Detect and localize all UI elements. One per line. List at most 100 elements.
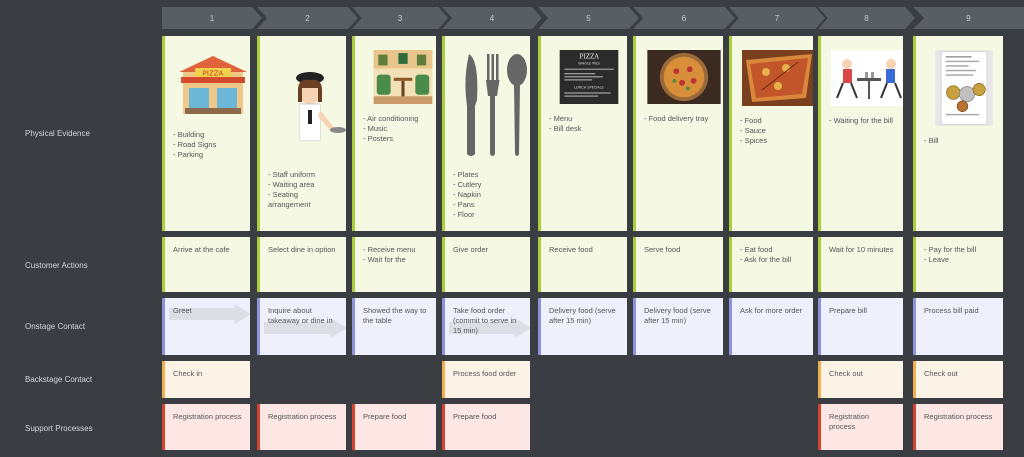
- support-process-cell: Registration process: [162, 404, 250, 450]
- onstage-contact-cell-text: Inquire about takeaway or dine in: [268, 306, 333, 325]
- customer-action-cell-text: - Receive menu - Wait for the: [363, 245, 416, 264]
- support-process-cell-text: Prepare food: [453, 412, 497, 421]
- row-label-onstage-contact: Onstage Contact: [25, 322, 86, 331]
- svg-text:PIZZA: PIZZA: [203, 70, 224, 78]
- physical-evidence-text: - Bill: [924, 136, 939, 145]
- backstage-contact-cell-text: Check in: [173, 369, 203, 378]
- customer-action-cell: - Pay for the bill - Leave: [913, 237, 1003, 292]
- bill-with-coins-icon: [926, 50, 1002, 126]
- onstage-contact-cell: Ask for more order: [729, 298, 813, 355]
- physical-evidence-text: - Food delivery tray: [644, 114, 709, 123]
- onstage-contact-cell-text: Process bill paid: [924, 306, 979, 315]
- onstage-contact-cell: Inquire about takeaway or dine in: [257, 298, 346, 355]
- backstage-contact-cell-text: Check out: [924, 369, 958, 378]
- physical-evidence-cell: - Food - Sauce - Spices: [729, 36, 813, 231]
- diners-at-table-icon: [831, 50, 903, 106]
- step-header-1: 1: [162, 7, 262, 29]
- support-process-cell: Registration process: [257, 404, 346, 450]
- physical-evidence-cell: PIZZA - Building - Road Signs - Parking: [162, 36, 250, 231]
- physical-evidence-cell: - Staff uniform - Waiting area - Seating…: [257, 36, 346, 231]
- customer-action-cell-text: Receive food: [549, 245, 593, 254]
- step-header-9: 9: [913, 7, 1024, 29]
- backstage-contact-cell: Check out: [913, 361, 1003, 398]
- step-header-4: 4: [442, 7, 542, 29]
- onstage-contact-cell-text: Delivery food (serve after 15 min): [644, 306, 711, 325]
- physical-evidence-text: - Food - Sauce - Spices: [740, 116, 768, 145]
- pizza-slice-closeup-icon: [742, 50, 813, 106]
- onstage-contact-cell: Greet: [162, 298, 250, 355]
- customer-action-cell: Select dine in option: [257, 237, 346, 292]
- support-process-cell-text: Registration process: [268, 412, 337, 421]
- physical-evidence-text: - Menu - Bill desk: [549, 114, 582, 133]
- onstage-contact-cell-text: Take food order (commit to serve in 15 m…: [453, 306, 517, 335]
- customer-action-cell-text: Serve food: [644, 245, 681, 254]
- step-header-8: 8: [818, 7, 915, 29]
- customer-action-cell-text: Arrive at the cafe: [173, 245, 230, 254]
- support-process-cell-text: Prepare food: [363, 412, 407, 421]
- support-process-cell: Prepare food: [352, 404, 436, 450]
- physical-evidence-cell: - Waiting for the bill: [818, 36, 903, 231]
- onstage-contact-cell: Process bill paid: [913, 298, 1003, 355]
- customer-action-cell: Arrive at the cafe: [162, 237, 250, 292]
- physical-evidence-cell: PIZZA WHOLE PIES LUNCH SPECIALS - Menu - Bi…: [538, 36, 627, 231]
- row-label-customer-actions: Customer Actions: [25, 261, 88, 270]
- pizza-on-tray-icon: [646, 50, 722, 104]
- physical-evidence-text: - Staff uniform - Waiting area - Seating…: [268, 170, 315, 209]
- waitress-staff-icon: [270, 50, 346, 160]
- physical-evidence-text: - Plates - Cutlery - Napkin - Pans - Flo…: [453, 170, 482, 219]
- svg-text:WHOLE PIES: WHOLE PIES: [578, 62, 600, 66]
- onstage-contact-cell-text: Prepare bill: [829, 306, 867, 315]
- cutlery-knife-fork-spoon-icon: [455, 50, 530, 160]
- customer-action-cell: Receive food: [538, 237, 627, 292]
- onstage-contact-cell-text: Ask for more order: [740, 306, 803, 315]
- step-header-5: 5: [538, 7, 639, 29]
- customer-action-cell-text: Give order: [453, 245, 489, 254]
- backstage-contact-cell-text: Check out: [829, 369, 863, 378]
- physical-evidence-text: - Air conditioning - Music - Posters: [363, 114, 419, 143]
- onstage-contact-cell: Delivery food (serve after 15 min): [633, 298, 723, 355]
- pizza-shop-building-icon: PIZZA: [175, 50, 250, 120]
- onstage-contact-cell-text: Showed the way to the table: [363, 306, 427, 325]
- onstage-contact-cell: Prepare bill: [818, 298, 903, 355]
- physical-evidence-cell: - Plates - Cutlery - Napkin - Pans - Flo…: [442, 36, 530, 231]
- step-header-6: 6: [633, 7, 735, 29]
- customer-action-cell: - Receive menu - Wait for the: [352, 237, 436, 292]
- onstage-contact-cell: Take food order (commit to serve in 15 m…: [442, 298, 530, 355]
- support-process-cell-text: Registration process: [173, 412, 242, 421]
- pizza-menu-board-icon: PIZZA WHOLE PIES LUNCH SPECIALS: [551, 50, 627, 104]
- restaurant-interior-icon: [365, 50, 436, 104]
- row-label-support-processes: Support Processes: [25, 424, 93, 433]
- customer-action-cell-text: Wait for 10 minutes: [829, 245, 894, 254]
- physical-evidence-text: - Building - Road Signs - Parking: [173, 130, 217, 159]
- support-process-cell-text: Registration process: [829, 412, 870, 431]
- customer-action-cell-text: - Eat food - Ask for the bill: [740, 245, 792, 264]
- support-process-cell: Registration process: [818, 404, 903, 450]
- support-process-cell-text: Registration process: [924, 412, 993, 421]
- backstage-contact-cell-text: Process food order: [453, 369, 517, 378]
- customer-action-cell: Give order: [442, 237, 530, 292]
- customer-action-cell: - Eat food - Ask for the bill: [729, 237, 813, 292]
- row-label-physical-evidence: Physical Evidence: [25, 129, 90, 138]
- support-process-cell: Registration process: [913, 404, 1003, 450]
- step-header-3: 3: [352, 7, 448, 29]
- backstage-contact-cell: Process food order: [442, 361, 530, 398]
- onstage-contact-cell: Showed the way to the table: [352, 298, 436, 355]
- onstage-contact-cell-text: Delivery food (serve after 15 min): [549, 306, 616, 325]
- onstage-contact-cell: Delivery food (serve after 15 min): [538, 298, 627, 355]
- step-header-2: 2: [257, 7, 358, 29]
- backstage-contact-cell: Check out: [818, 361, 903, 398]
- svg-text:LUNCH SPECIALS: LUNCH SPECIALS: [574, 86, 604, 90]
- step-header-7: 7: [729, 7, 825, 29]
- customer-action-cell-text: - Pay for the bill - Leave: [924, 245, 977, 264]
- svg-text:PIZZA: PIZZA: [579, 53, 599, 60]
- backstage-contact-cell: Check in: [162, 361, 250, 398]
- onstage-contact-cell-text: Greet: [173, 306, 192, 315]
- physical-evidence-cell: - Bill: [913, 36, 1003, 231]
- support-process-cell: Prepare food: [442, 404, 530, 450]
- physical-evidence-cell: - Air conditioning - Music - Posters: [352, 36, 436, 231]
- customer-action-cell: Serve food: [633, 237, 723, 292]
- customer-action-cell-text: Select dine in option: [268, 245, 336, 254]
- row-label-backstage-contact: Backstage Contact: [25, 375, 93, 384]
- physical-evidence-text: - Waiting for the bill: [829, 116, 893, 125]
- physical-evidence-cell: - Food delivery tray: [633, 36, 723, 231]
